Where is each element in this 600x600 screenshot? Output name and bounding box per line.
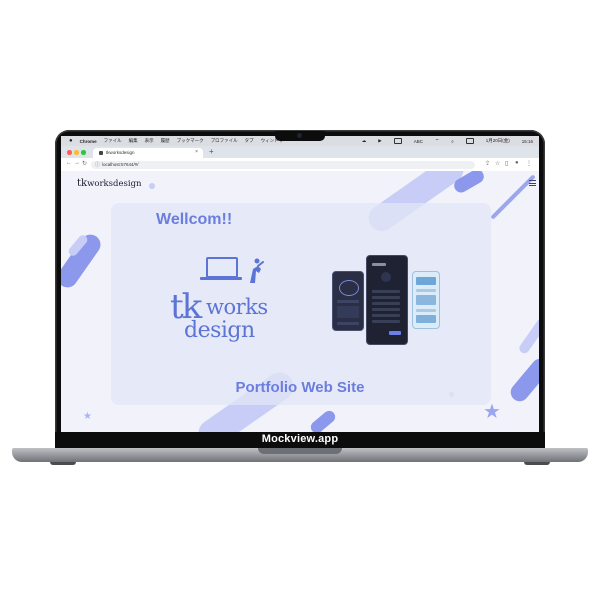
search-icon[interactable]: ⌕ <box>451 139 454 144</box>
menu-view[interactable]: 表示 <box>145 138 154 144</box>
menu-edit[interactable]: 編集 <box>129 138 138 144</box>
logo-laptop-base <box>200 277 242 280</box>
laptop-foot <box>50 462 76 465</box>
menu-tab[interactable]: タブ <box>245 138 254 144</box>
browser-tab-strip: tkworksdesign × + <box>61 146 539 158</box>
decor-blob <box>308 408 338 432</box>
side-panel-icon[interactable]: ▯ <box>505 160 508 167</box>
cloud-icon[interactable]: ☁ <box>362 138 367 144</box>
address-bar[interactable]: ⓘ localhost:57644/#/ <box>91 160 475 169</box>
logo-works-text: works <box>206 295 268 319</box>
logo-laptop-icon <box>206 257 238 278</box>
zoom-window-button[interactable] <box>81 150 86 155</box>
web-page: tkworksdesign Wellcom!! tk works design <box>61 171 539 432</box>
menu-history[interactable]: 履歴 <box>161 138 170 144</box>
menu-file[interactable]: ファイル <box>104 138 122 144</box>
play-icon[interactable]: ▶ <box>378 138 381 144</box>
menu-time[interactable]: 15:16 <box>522 139 533 144</box>
chrome-menu-icon[interactable]: ⋮ <box>526 160 532 167</box>
logo-person-icon <box>250 258 264 283</box>
input-method-label[interactable]: ABC <box>414 139 423 144</box>
minimize-window-button[interactable] <box>74 150 79 155</box>
input-source-icon[interactable] <box>393 138 402 144</box>
reload-icon[interactable]: ↻ <box>82 160 87 167</box>
decor-blob <box>517 316 539 356</box>
tab-favicon-icon <box>99 151 103 155</box>
bookmark-star-icon[interactable]: ☆ <box>495 160 500 167</box>
tab-close-icon[interactable]: × <box>195 149 198 155</box>
welcome-heading: Wellcom!! <box>156 211 233 228</box>
control-center-icon[interactable] <box>465 138 474 144</box>
laptop-base-notch <box>258 448 342 454</box>
address-url: localhost:57644/#/ <box>102 162 139 167</box>
laptop-screen: ● Chrome ファイル 編集 表示 履歴 ブックマーク プロファイル タブ … <box>61 136 539 432</box>
decor-dot <box>149 183 155 189</box>
site-info-icon[interactable]: ⓘ <box>95 161 100 168</box>
back-icon[interactable]: ← <box>66 160 72 166</box>
mockview-brand-label: Mockview.app <box>261 433 339 445</box>
close-window-button[interactable] <box>67 150 72 155</box>
star-icon: ★ <box>483 401 501 423</box>
camera-icon <box>297 133 302 138</box>
star-icon: ★ <box>83 411 92 422</box>
tkworksdesign-logo: tk works design <box>156 243 296 361</box>
site-logo-tk: tk <box>77 178 88 189</box>
laptop-foot <box>524 462 550 465</box>
hamburger-menu-icon[interactable] <box>529 180 536 186</box>
phone-mockup-center <box>366 255 408 345</box>
portfolio-tagline: Portfolio Web Site <box>235 379 365 396</box>
forward-icon[interactable]: → <box>74 160 80 166</box>
menu-bookmarks[interactable]: ブックマーク <box>177 138 204 144</box>
share-icon[interactable]: ⇪ <box>485 160 490 167</box>
phone-mockup-left <box>332 271 364 331</box>
browser-toolbar: ← → ↻ ⓘ localhost:57644/#/ ⇪ ☆ ▯ ● ⋮ <box>61 158 539 172</box>
site-logo-rest: worksdesign <box>87 179 142 189</box>
browser-tab[interactable]: tkworksdesign × <box>93 148 203 158</box>
site-logo[interactable]: tkworksdesign <box>77 178 142 189</box>
logo-design-text: design <box>184 318 255 343</box>
phone-mockup-right <box>412 271 440 329</box>
profile-icon[interactable]: ● <box>515 160 519 166</box>
apple-menu-icon[interactable]: ● <box>69 138 73 144</box>
tab-title: tkworksdesign <box>106 150 135 155</box>
menu-date[interactable]: 1月20日(金) <box>486 138 510 144</box>
wifi-icon[interactable]: ⌔ <box>435 138 439 144</box>
new-tab-button[interactable]: + <box>209 147 214 156</box>
menu-profiles[interactable]: プロファイル <box>211 138 238 144</box>
menu-app-name[interactable]: Chrome <box>80 139 97 144</box>
menu-status-area: ☁ ▶ ABC ⌔ ⌕ 1月20日(金) 15:16 <box>355 136 533 146</box>
